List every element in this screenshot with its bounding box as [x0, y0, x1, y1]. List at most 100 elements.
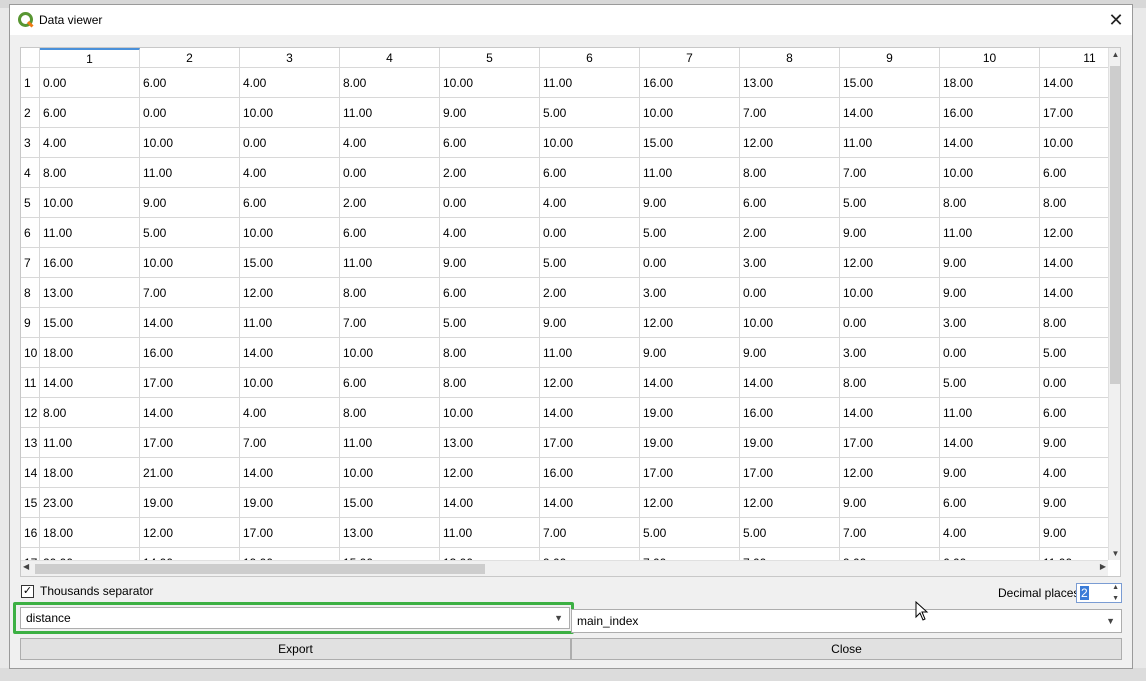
thousands-separator-checkbox[interactable]: ✓	[21, 585, 34, 598]
horizontal-scrollbar[interactable]: ◀ ▶	[21, 560, 1108, 576]
matrix-combo[interactable]: distance ▼	[20, 607, 570, 629]
table-cell[interactable]: 16.00	[140, 338, 240, 368]
table-cell[interactable]: 7.00	[240, 428, 340, 458]
table-cell[interactable]: 11.00	[40, 218, 140, 248]
column-header[interactable]: 1	[40, 48, 140, 68]
table-cell[interactable]: 11.00	[440, 518, 540, 548]
table-cell[interactable]: 3.00	[840, 338, 940, 368]
row-header[interactable]: 9	[21, 308, 40, 338]
row-header[interactable]: 16	[21, 518, 40, 548]
column-header[interactable]: 8	[740, 48, 840, 68]
table-cell[interactable]: 8.00	[40, 158, 140, 188]
table-cell[interactable]: 2.00	[340, 188, 440, 218]
table-cell[interactable]: 9.00	[440, 98, 540, 128]
table-cell[interactable]: 9.00	[640, 338, 740, 368]
table-cell[interactable]: 13.00	[40, 278, 140, 308]
table-cell[interactable]: 11.00	[340, 248, 440, 278]
table-cell[interactable]: 6.00	[440, 278, 540, 308]
table-cell[interactable]: 0.00	[740, 278, 840, 308]
table-cell[interactable]: 18.00	[40, 458, 140, 488]
table-cell[interactable]: 4.00	[940, 518, 1040, 548]
row-header[interactable]: 3	[21, 128, 40, 158]
table-cell[interactable]: 10.00	[240, 218, 340, 248]
table-cell[interactable]: 4.00	[440, 218, 540, 248]
row-header[interactable]: 2	[21, 98, 40, 128]
table-cell[interactable]: 2.00	[440, 158, 540, 188]
row-header[interactable]: 1	[21, 68, 40, 98]
vertical-scrollbar[interactable]: ▲ ▼	[1108, 48, 1120, 560]
table-cell[interactable]: 6.00	[240, 188, 340, 218]
scroll-left-icon[interactable]: ◀	[23, 562, 29, 571]
table-cell[interactable]: 12.00	[840, 458, 940, 488]
table-cell[interactable]: 17.00	[640, 458, 740, 488]
table-cell[interactable]: 10.00	[140, 128, 240, 158]
table-cell[interactable]: 6.00	[40, 98, 140, 128]
table-cell[interactable]: 5.00	[740, 518, 840, 548]
table-cell[interactable]: 19.00	[640, 398, 740, 428]
table-cell[interactable]: 10.00	[340, 458, 440, 488]
table-cell[interactable]: 8.00	[440, 368, 540, 398]
table-cell[interactable]: 0.00	[340, 158, 440, 188]
row-header[interactable]: 6	[21, 218, 40, 248]
table-cell[interactable]: 17.00	[140, 428, 240, 458]
table-cell[interactable]: 14.00	[440, 488, 540, 518]
table-cell[interactable]: 7.00	[540, 518, 640, 548]
table-cell[interactable]: 16.00	[40, 248, 140, 278]
row-header[interactable]: 14	[21, 458, 40, 488]
table-cell[interactable]: 0.00	[40, 68, 140, 98]
table-cell[interactable]: 10.00	[740, 308, 840, 338]
table-cell[interactable]: 18.00	[940, 68, 1040, 98]
horizontal-scroll-thumb[interactable]	[35, 564, 485, 574]
column-header[interactable]: 3	[240, 48, 340, 68]
table-cell[interactable]: 15.00	[840, 68, 940, 98]
table-cell[interactable]: 10.00	[240, 98, 340, 128]
row-header[interactable]: 7	[21, 248, 40, 278]
table-cell[interactable]: 17.00	[840, 428, 940, 458]
table-cell[interactable]: 15.00	[640, 128, 740, 158]
vertical-scroll-thumb[interactable]	[1110, 66, 1120, 384]
table-cell[interactable]: 4.00	[540, 188, 640, 218]
table-cell[interactable]: 9.00	[740, 338, 840, 368]
spin-up-icon[interactable]: ▲	[1112, 584, 1119, 591]
scroll-right-icon[interactable]: ▶	[1100, 562, 1106, 571]
table-cell[interactable]: 6.00	[340, 218, 440, 248]
table-cell[interactable]: 10.00	[140, 248, 240, 278]
row-header[interactable]: 10	[21, 338, 40, 368]
table-cell[interactable]: 0.00	[140, 98, 240, 128]
table-cell[interactable]: 13.00	[740, 68, 840, 98]
table-cell[interactable]: 19.00	[140, 488, 240, 518]
index-combo[interactable]: main_index ▼	[571, 609, 1122, 633]
table-cell[interactable]: 8.00	[440, 338, 540, 368]
table-cell[interactable]: 14.00	[940, 128, 1040, 158]
table-cell[interactable]: 0.00	[940, 338, 1040, 368]
row-header[interactable]: 8	[21, 278, 40, 308]
table-cell[interactable]: 23.00	[40, 488, 140, 518]
table-cell[interactable]: 14.00	[540, 488, 640, 518]
table-cell[interactable]: 11.00	[940, 398, 1040, 428]
table-cell[interactable]: 6.00	[140, 68, 240, 98]
table-cell[interactable]: 18.00	[40, 338, 140, 368]
table-cell[interactable]: 16.00	[540, 458, 640, 488]
table-cell[interactable]: 11.00	[540, 338, 640, 368]
table-cell[interactable]: 9.00	[940, 278, 1040, 308]
table-cell[interactable]: 11.00	[340, 98, 440, 128]
table-cell[interactable]: 16.00	[640, 68, 740, 98]
table-cell[interactable]: 10.00	[240, 368, 340, 398]
table-cell[interactable]: 14.00	[640, 368, 740, 398]
column-header[interactable]: 2	[140, 48, 240, 68]
scroll-down-icon[interactable]: ▼	[1109, 549, 1120, 558]
table-cell[interactable]: 8.00	[340, 398, 440, 428]
row-header[interactable]: 13	[21, 428, 40, 458]
table-cell[interactable]: 5.00	[640, 518, 740, 548]
table-cell[interactable]: 15.00	[340, 488, 440, 518]
table-cell[interactable]: 14.00	[140, 308, 240, 338]
table-cell[interactable]: 17.00	[540, 428, 640, 458]
table-cell[interactable]: 9.00	[540, 308, 640, 338]
table-cell[interactable]: 4.00	[240, 158, 340, 188]
table-cell[interactable]: 16.00	[940, 98, 1040, 128]
table-cell[interactable]: 15.00	[240, 248, 340, 278]
column-header[interactable]: 10	[940, 48, 1040, 68]
table-cell[interactable]: 12.00	[840, 248, 940, 278]
table-cell[interactable]: 19.00	[640, 428, 740, 458]
table-cell[interactable]: 11.00	[340, 428, 440, 458]
